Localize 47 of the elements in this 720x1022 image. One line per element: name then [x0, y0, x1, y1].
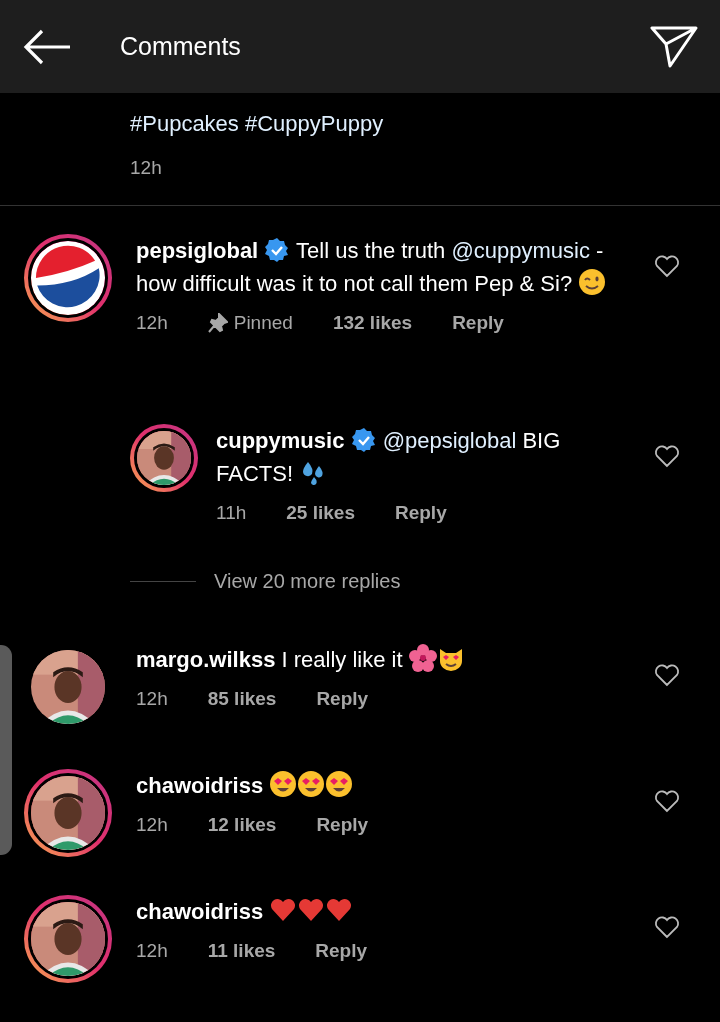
- share-button[interactable]: [650, 24, 698, 69]
- reply-button[interactable]: Reply: [394, 502, 447, 524]
- likes-count[interactable]: 12 likes: [207, 814, 277, 836]
- flower-icon: [408, 644, 437, 672]
- comment-text: pepsiglobal Tell us the truth @cuppymusic - how difficult was it to not call them Pep & Si?: [136, 234, 630, 300]
- winking-face-icon: [578, 268, 607, 296]
- timestamp: 12h: [136, 814, 168, 836]
- reply-button[interactable]: Reply: [315, 940, 368, 962]
- likes-count[interactable]: 11 likes: [207, 940, 276, 962]
- like-heart-icon[interactable]: [654, 444, 680, 468]
- view-replies-link[interactable]: View 20 more replies: [214, 570, 401, 593]
- paper-plane-icon: [650, 24, 698, 69]
- reply-button[interactable]: Reply: [316, 688, 369, 710]
- hashtag-link[interactable]: #Pupcakes: [130, 111, 239, 136]
- username-link[interactable]: chawoidriss: [136, 899, 264, 924]
- like-heart-icon[interactable]: [654, 789, 680, 813]
- pin-icon: [207, 313, 228, 333]
- timestamp: 11h: [216, 502, 247, 524]
- reply-button[interactable]: Reply: [316, 814, 369, 836]
- likes-count[interactable]: 132 likes: [332, 312, 413, 334]
- pinned-label: Pinned: [233, 312, 293, 334]
- screen-title: Comments: [120, 32, 242, 61]
- timestamp: 12h: [136, 312, 168, 334]
- back-button[interactable]: [22, 28, 72, 65]
- heart-eyes-face-icon: [297, 770, 326, 798]
- hashtag-link[interactable]: #CuppyPuppy: [245, 111, 384, 136]
- comment-text: cuppymusic @pepsiglobal BIG FACTS!: [216, 426, 562, 488]
- reply-button[interactable]: Reply: [452, 312, 504, 334]
- mention-link[interactable]: @cuppymusic: [451, 238, 590, 263]
- like-heart-icon[interactable]: [654, 663, 680, 687]
- username-link[interactable]: cuppymusic: [216, 428, 345, 453]
- globe-logo-icon: [31, 241, 105, 315]
- heart-eyes-face-icon: [325, 770, 354, 798]
- username-link[interactable]: chawoidriss: [136, 773, 264, 798]
- username-link[interactable]: margo.wilkss: [136, 647, 276, 672]
- comment-text: margo.wilkss I really like it: [136, 643, 630, 676]
- like-heart-icon[interactable]: [654, 254, 680, 278]
- timestamp: 12h: [136, 688, 168, 710]
- timestamp: 12h: [136, 940, 168, 962]
- likes-count[interactable]: 85 likes: [207, 688, 277, 710]
- like-heart-icon[interactable]: [654, 915, 680, 939]
- heart-eyes-face-icon: [269, 770, 298, 798]
- mention-link[interactable]: @pepsiglobal: [382, 428, 517, 453]
- back-arrow-icon: [22, 28, 72, 65]
- timestamp: 12h: [130, 157, 162, 179]
- username-link[interactable]: pepsiglobal: [136, 238, 259, 263]
- likes-count[interactable]: 25 likes: [286, 502, 355, 524]
